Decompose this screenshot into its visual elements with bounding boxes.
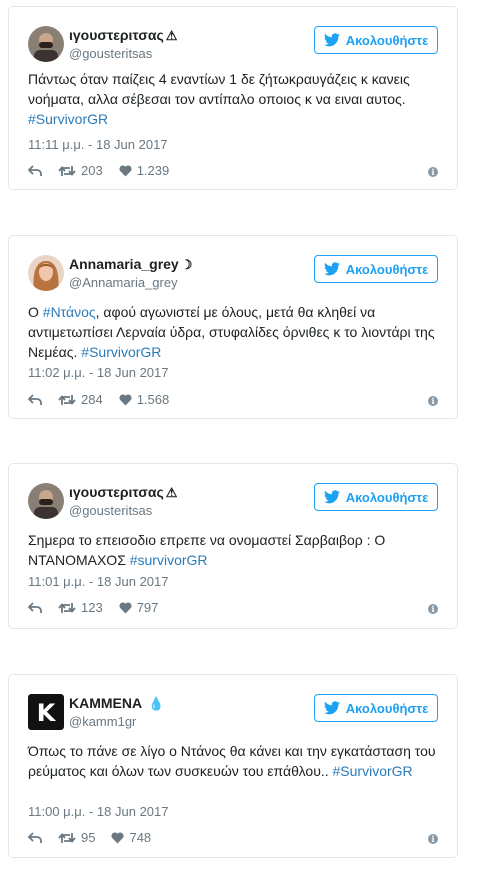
tweet-text: Πάντως όταν παίζεις 4 εναντίων 1 δε ζήτω…	[28, 71, 410, 127]
reply-icon	[28, 831, 42, 843]
warning-badge-icon: ⚠	[165, 28, 178, 43]
twitter-bird-icon	[323, 262, 340, 276]
retweet-button[interactable]: 203	[58, 163, 103, 178]
retweet-count: 284	[81, 392, 103, 407]
tweet-text: Σημερα το επεισοδιο επρεπε να ονομαστεί …	[28, 532, 386, 568]
like-count: 1.568	[136, 392, 170, 407]
retweet-count: 203	[81, 163, 103, 178]
tweet-card: K ΚΑΜΜΕΝΑ 💧 @kamm1gr Ακολουθήστε Όπως το…	[8, 674, 458, 858]
info-icon[interactable]: i	[428, 604, 438, 614]
tweet-actions: 284 1.568	[28, 392, 185, 407]
like-button[interactable]: 1.239	[119, 163, 170, 178]
retweet-icon	[58, 165, 76, 176]
tweet-timestamp[interactable]: 11:00 μ.μ. - 18 Jun 2017	[28, 804, 169, 819]
retweet-count: 123	[81, 600, 103, 615]
hashtag-link[interactable]: #SurvivorGR	[28, 111, 108, 127]
drop-badge-icon: 💧	[148, 696, 165, 711]
reply-icon	[28, 393, 42, 405]
reply-icon	[28, 164, 42, 176]
retweet-icon	[58, 602, 76, 613]
twitter-bird-icon	[323, 33, 340, 47]
display-name[interactable]: Annamaria_grey ☽	[69, 256, 192, 273]
hashtag-link[interactable]: #Ντάνος	[43, 304, 96, 320]
like-count: 748	[129, 830, 152, 845]
reply-button[interactable]	[28, 393, 42, 406]
tweet-actions: 123 797	[28, 600, 174, 615]
user-handle[interactable]: @kamm1gr	[69, 714, 136, 729]
display-name[interactable]: ιγουστεριτσας ⚠	[69, 27, 177, 44]
reply-button[interactable]	[28, 601, 42, 614]
retweet-count: 95	[81, 830, 96, 845]
tweet-timestamp[interactable]: 11:01 μ.μ. - 18 Jun 2017	[28, 574, 169, 589]
reply-icon	[28, 601, 42, 613]
display-name[interactable]: ΚΑΜΜΕΝΑ 💧	[69, 695, 164, 712]
info-icon[interactable]: i	[428, 396, 438, 406]
follow-button[interactable]: Ακολουθήστε	[314, 26, 438, 54]
twitter-bird-icon	[323, 701, 340, 715]
follow-button[interactable]: Ακολουθήστε	[314, 255, 438, 283]
reply-button[interactable]	[28, 164, 42, 177]
tweet-timestamp[interactable]: 11:02 μ.μ. - 18 Jun 2017	[28, 365, 169, 380]
retweet-button[interactable]: 284	[58, 392, 103, 407]
info-icon[interactable]: i	[428, 834, 438, 844]
retweet-icon	[58, 832, 76, 843]
tweet-card: Annamaria_grey ☽ @Annamaria_grey Ακολουθή…	[8, 235, 458, 419]
like-button[interactable]: 1.568	[119, 392, 170, 407]
heart-icon	[111, 832, 124, 843]
retweet-button[interactable]: 123	[58, 600, 103, 615]
display-name[interactable]: ιγουστεριτσας ⚠	[69, 484, 177, 501]
like-button[interactable]: 748	[111, 830, 151, 845]
avatar[interactable]	[28, 255, 64, 291]
tweet-card: ιγουστεριτσας ⚠ @gousteritsas Ακολουθήστε…	[8, 463, 458, 629]
user-handle[interactable]: @Annamaria_grey	[69, 275, 178, 290]
reply-button[interactable]	[28, 831, 42, 844]
heart-icon	[119, 394, 132, 405]
warning-badge-icon: ⚠	[165, 485, 178, 500]
avatar-letter: K	[37, 699, 57, 727]
user-handle[interactable]: @gousteritsas	[69, 46, 152, 61]
like-button[interactable]: 797	[119, 600, 159, 615]
retweet-button[interactable]: 95	[58, 830, 95, 845]
heart-icon	[119, 602, 132, 613]
hashtag-link[interactable]: #survivorGR	[130, 552, 208, 568]
tweet-actions: 203 1.239	[28, 163, 185, 178]
avatar[interactable]: K	[28, 694, 64, 730]
like-count: 797	[136, 600, 159, 615]
twitter-bird-icon	[323, 490, 340, 504]
avatar[interactable]	[28, 483, 64, 519]
tweet-text: Ο #Ντάνος, αφού αγωνιστεί με όλους, μετά…	[28, 304, 435, 360]
hashtag-link[interactable]: #SurvivorGR	[81, 344, 161, 360]
follow-button[interactable]: Ακολουθήστε	[314, 694, 438, 722]
like-count: 1.239	[136, 163, 170, 178]
avatar[interactable]	[28, 26, 64, 62]
user-handle[interactable]: @gousteritsas	[69, 503, 152, 518]
tweet-timestamp[interactable]: 11:11 μ.μ. - 18 Jun 2017	[28, 137, 168, 152]
info-icon[interactable]: i	[428, 167, 438, 177]
tweet-card: ιγουστεριτσας ⚠ @gousteritsas Ακολουθήστε…	[8, 6, 458, 190]
retweet-icon	[58, 394, 76, 405]
hashtag-link[interactable]: #SurvivorGR	[333, 763, 413, 779]
tweet-actions: 95 748	[28, 830, 167, 845]
heart-icon	[119, 165, 132, 176]
tweet-text: Όπως το πάνε σε λίγο ο Ντάνος θα κάνει κ…	[28, 743, 436, 779]
follow-button[interactable]: Ακολουθήστε	[314, 483, 438, 511]
moon-badge-icon: ☽	[180, 257, 193, 272]
